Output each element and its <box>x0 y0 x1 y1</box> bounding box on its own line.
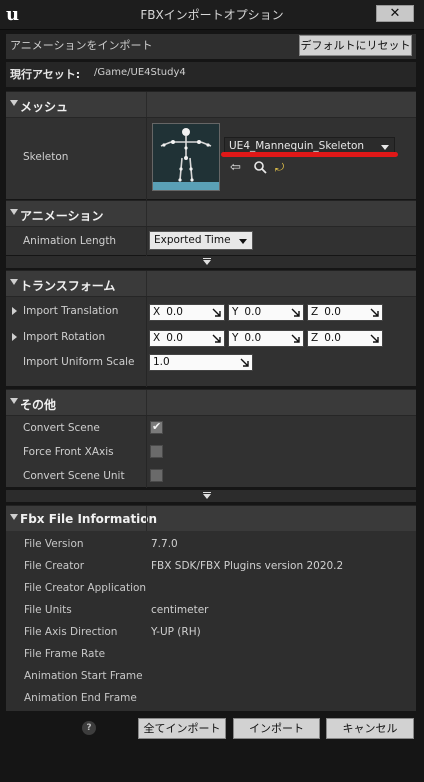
drag-arrow-icon <box>370 334 379 343</box>
animation-length-value: Exported Time <box>154 234 231 246</box>
info-row: Animation End Frame <box>24 692 137 704</box>
category-title: トランスフォーム <box>20 279 116 293</box>
search-icon[interactable] <box>253 160 267 177</box>
drag-arrow-icon <box>291 308 300 317</box>
collapse-arrow-icon <box>10 279 18 285</box>
import-all-button[interactable]: 全てインポート <box>138 718 226 739</box>
animation-length-dropdown[interactable]: Exported Time <box>149 231 253 250</box>
import-button[interactable]: インポート <box>233 718 320 739</box>
translation-x-field[interactable]: X 0.0 <box>149 304 225 321</box>
drag-arrow-icon <box>291 334 300 343</box>
collapse-arrow-icon <box>10 209 18 215</box>
translation-y-field[interactable]: Y 0.0 <box>228 304 304 321</box>
category-animation[interactable]: アニメーション <box>6 200 416 227</box>
current-asset-label: 現行アセット: <box>10 68 81 81</box>
arrow-left-icon[interactable]: ⇦ <box>230 161 241 175</box>
mannequin-skeleton-icon <box>153 124 219 190</box>
collapse-arrow-icon <box>10 398 18 404</box>
animation-length-label: Animation Length <box>23 235 117 247</box>
drag-arrow-icon <box>212 308 221 317</box>
category-fbx-info[interactable]: Fbx File Information <box>6 505 416 532</box>
expand-arrow-icon <box>203 494 211 499</box>
checkmark-icon: ✔ <box>152 420 162 433</box>
info-row: File Creator Application <box>24 582 147 594</box>
chevron-down-icon <box>381 145 389 150</box>
close-button[interactable]: ✕ <box>376 5 414 22</box>
force-front-xaxis-checkbox[interactable] <box>150 445 163 458</box>
info-row: File Units centimeter <box>24 604 209 616</box>
drag-arrow-icon <box>240 358 249 367</box>
reset-to-default-button[interactable]: デフォルトにリセット <box>299 35 412 56</box>
reset-icon[interactable]: ⤾ <box>275 161 284 175</box>
import-rotation-label: Import Rotation <box>23 331 106 343</box>
skeleton-value: UE4_Mannequin_Skeleton <box>229 140 365 152</box>
annotation-underline <box>221 152 398 157</box>
convert-scene-checkbox[interactable]: ✔ <box>150 420 163 434</box>
window-title: FBXインポートオプション <box>140 8 284 22</box>
translation-z-field[interactable]: Z 0.0 <box>307 304 383 321</box>
skeleton-label: Skeleton <box>23 151 69 163</box>
expand-translation-icon[interactable] <box>12 307 17 315</box>
info-row: File Axis Direction Y-UP (RH) <box>24 626 201 638</box>
category-transform[interactable]: トランスフォーム <box>6 270 416 297</box>
category-title: アニメーション <box>20 209 104 223</box>
cancel-button[interactable]: キャンセル <box>326 718 414 739</box>
rotation-y-field[interactable]: Y 0.0 <box>228 330 304 347</box>
category-title: Fbx File Information <box>20 512 158 526</box>
expand-rotation-icon[interactable] <box>12 333 17 341</box>
category-title: その他 <box>20 398 57 412</box>
advanced-expand-misc[interactable] <box>6 490 416 502</box>
category-title: メッシュ <box>20 100 69 114</box>
advanced-expand-animation[interactable] <box>6 256 416 268</box>
info-row: File Frame Rate <box>24 648 106 660</box>
import-uniform-scale-label: Import Uniform Scale <box>23 356 135 368</box>
current-asset-path: /Game/UE4Study4 <box>94 67 186 78</box>
convert-scene-label: Convert Scene <box>23 422 100 434</box>
import-type-label: アニメーションをインポート <box>10 39 153 52</box>
info-row: File Version 7.7.0 <box>24 538 178 550</box>
collapse-arrow-icon <box>10 100 18 106</box>
chevron-down-icon <box>239 239 247 244</box>
uniform-scale-field[interactable]: 1.0 <box>149 354 253 371</box>
expand-arrow-icon <box>203 260 211 265</box>
convert-scene-unit-checkbox[interactable] <box>150 469 163 482</box>
skeleton-thumbnail[interactable] <box>152 123 220 191</box>
drag-arrow-icon <box>212 334 221 343</box>
import-translation-label: Import Translation <box>23 305 119 317</box>
category-mesh[interactable]: メッシュ <box>6 91 416 118</box>
force-front-xaxis-label: Force Front XAxis <box>23 446 114 458</box>
info-row: Animation Start Frame <box>24 670 143 682</box>
collapse-arrow-icon <box>10 514 18 520</box>
rotation-z-field[interactable]: Z 0.0 <box>307 330 383 347</box>
convert-scene-unit-label: Convert Scene Unit <box>23 470 125 482</box>
drag-arrow-icon <box>370 308 379 317</box>
category-misc[interactable]: その他 <box>6 389 416 416</box>
info-row: File Creator FBX SDK/FBX Plugins version … <box>24 560 344 572</box>
rotation-x-field[interactable]: X 0.0 <box>149 330 225 347</box>
help-icon[interactable]: ? <box>82 721 96 735</box>
